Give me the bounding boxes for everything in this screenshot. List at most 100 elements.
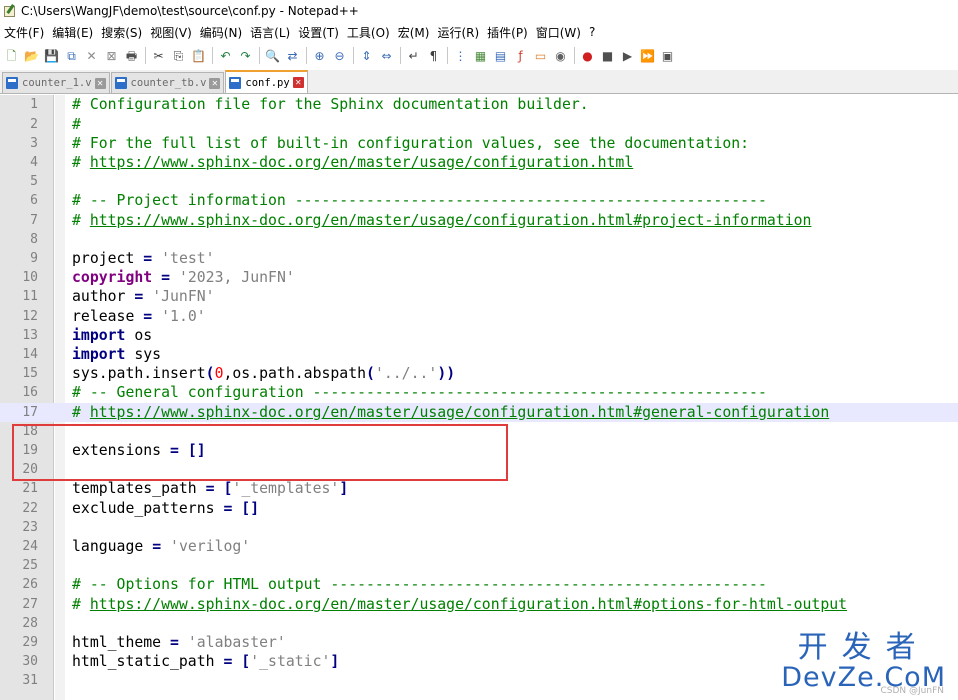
code-line[interactable]: 26 # -- Options for HTML output ---------… bbox=[0, 575, 958, 594]
monitoring-icon[interactable]: ◉ bbox=[552, 47, 569, 64]
code-line[interactable]: 13 import os bbox=[0, 326, 958, 345]
record-macro-icon[interactable]: ● bbox=[579, 47, 596, 64]
menu-item-5[interactable]: 语言(L) bbox=[250, 24, 290, 41]
code-line[interactable]: 7 # https://www.sphinx-doc.org/en/master/… bbox=[0, 211, 958, 230]
code-line[interactable]: 2 # bbox=[0, 115, 958, 134]
doc-map-icon[interactable]: ▤ bbox=[492, 47, 509, 64]
code-token: # bbox=[72, 403, 90, 421]
word-wrap-icon[interactable]: ↵ bbox=[405, 47, 422, 64]
code-token: ( bbox=[205, 365, 215, 383]
redo-icon[interactable]: ↷ bbox=[237, 47, 254, 64]
menu-item-8[interactable]: 宏(M) bbox=[398, 24, 430, 41]
code-link[interactable]: https://www.sphinx-doc.org/en/master/usa… bbox=[90, 212, 812, 229]
close-all-icon[interactable]: ⊠ bbox=[103, 47, 120, 64]
sync-horizontal-icon[interactable]: ⇔ bbox=[378, 47, 395, 64]
close-icon[interactable]: ✕ bbox=[83, 47, 100, 64]
code-line[interactable]: 23 bbox=[0, 518, 958, 537]
code-line[interactable]: 3 # For the full list of built-in configu… bbox=[0, 134, 958, 153]
code-line[interactable]: 14 import sys bbox=[0, 345, 958, 364]
code-line[interactable]: 8 bbox=[0, 230, 958, 249]
code-line[interactable]: 12 release = '1.0' bbox=[0, 307, 958, 326]
function-list-icon[interactable]: ƒ bbox=[512, 47, 529, 64]
menu-item-10[interactable]: 插件(P) bbox=[487, 24, 528, 41]
cut-icon[interactable]: ✂ bbox=[150, 47, 167, 64]
new-file-icon[interactable]: 🗋 bbox=[3, 47, 20, 64]
code-token: [] bbox=[187, 442, 206, 459]
save-icon[interactable]: 💾 bbox=[43, 47, 60, 64]
menu-item-9[interactable]: 运行(R) bbox=[437, 24, 479, 41]
code-line[interactable]: 22 exclude_patterns = [] bbox=[0, 499, 958, 518]
run-macro-multiple-icon[interactable]: ⏩ bbox=[639, 47, 656, 64]
stop-macro-icon[interactable]: ■ bbox=[599, 47, 616, 64]
tab-counter-tb-v[interactable]: counter_tb.v ✕ bbox=[110, 72, 225, 93]
code-line[interactable]: 31 bbox=[0, 671, 958, 690]
line-number: 21 bbox=[22, 481, 38, 497]
show-all-chars-icon[interactable]: ¶ bbox=[425, 47, 442, 64]
code-line[interactable]: 25 bbox=[0, 556, 958, 575]
undo-icon[interactable]: ↶ bbox=[217, 47, 234, 64]
print-icon[interactable]: 🖶 bbox=[123, 47, 140, 64]
menu-item-6[interactable]: 设置(T) bbox=[298, 24, 339, 41]
menu-item-0[interactable]: 文件(F) bbox=[4, 24, 44, 41]
code-line[interactable]: 27 # https://www.sphinx-doc.org/en/master… bbox=[0, 595, 958, 614]
code-link[interactable]: https://www.sphinx-doc.org/en/master/usa… bbox=[90, 404, 829, 421]
code-link[interactable]: https://www.sphinx-doc.org/en/master/usa… bbox=[90, 596, 847, 613]
menu-item-4[interactable]: 编码(N) bbox=[200, 24, 242, 41]
code-line[interactable]: 19 extensions = [] bbox=[0, 441, 958, 460]
close-tab-icon[interactable]: ✕ bbox=[209, 77, 221, 89]
open-file-icon[interactable]: 📂 bbox=[23, 47, 40, 64]
code-line[interactable]: 6 # -- Project information --------------… bbox=[0, 191, 958, 210]
code-token: extensions bbox=[72, 442, 170, 459]
save-all-icon[interactable]: ⧉ bbox=[63, 47, 80, 64]
code-editor[interactable]: 1 # Configuration file for the Sphinx doc… bbox=[0, 95, 958, 700]
code-line[interactable]: 10 copyright = '2023, JunFN' bbox=[0, 268, 958, 287]
menu-item-1[interactable]: 编辑(E) bbox=[52, 24, 93, 41]
close-tab-icon[interactable]: ✕ bbox=[292, 77, 304, 88]
code-line[interactable]: 18 bbox=[0, 422, 958, 441]
find-icon[interactable]: 🔍 bbox=[264, 47, 281, 64]
zoom-in-icon[interactable]: ⊕ bbox=[311, 47, 328, 64]
line-number: 20 bbox=[22, 462, 38, 478]
code-line[interactable]: 28 bbox=[0, 614, 958, 633]
replace-icon[interactable]: ⇄ bbox=[284, 47, 301, 64]
code-text: language = 'verilog' bbox=[72, 537, 250, 556]
code-line[interactable]: 29 html_theme = 'alabaster' bbox=[0, 633, 958, 652]
menu-item-2[interactable]: 搜索(S) bbox=[101, 24, 142, 41]
code-line[interactable]: 11 author = 'JunFN' bbox=[0, 287, 958, 306]
code-line[interactable]: 16 # -- General configuration -----------… bbox=[0, 383, 958, 402]
code-line[interactable]: 4 # https://www.sphinx-doc.org/en/master/… bbox=[0, 153, 958, 172]
code-line[interactable]: 9 project = 'test' bbox=[0, 249, 958, 268]
tab-conf-py[interactable]: conf.py ✕ bbox=[225, 70, 308, 93]
save-macro-icon[interactable]: ▣ bbox=[659, 47, 676, 64]
code-line[interactable]: 30 html_static_path = ['_static'] bbox=[0, 652, 958, 671]
code-line[interactable]: 17 # https://www.sphinx-doc.org/en/master… bbox=[0, 402, 958, 422]
close-tab-icon[interactable]: ✕ bbox=[94, 77, 106, 89]
copy-icon[interactable]: ⎘ bbox=[170, 47, 187, 64]
code-token: project bbox=[72, 250, 144, 267]
udl-icon[interactable]: ▦ bbox=[472, 47, 489, 64]
folder-workspace-icon[interactable]: ▭ bbox=[532, 47, 549, 64]
code-line[interactable]: 21 templates_path = ['_templates'] bbox=[0, 479, 958, 498]
code-line[interactable]: 24 language = 'verilog' bbox=[0, 537, 958, 556]
menu-item-11[interactable]: 窗口(W) bbox=[536, 24, 581, 41]
menu-item-3[interactable]: 视图(V) bbox=[150, 24, 192, 41]
indent-guide-icon[interactable]: ⋮ bbox=[452, 47, 469, 64]
code-link[interactable]: https://www.sphinx-doc.org/en/master/usa… bbox=[90, 154, 633, 171]
code-token: html_static_path bbox=[72, 653, 224, 671]
toolbar-separator bbox=[353, 47, 354, 64]
code-line[interactable]: 20 bbox=[0, 460, 958, 479]
sync-vertical-icon[interactable]: ⇕ bbox=[358, 47, 375, 64]
paste-icon[interactable]: 📋 bbox=[190, 47, 207, 64]
menu-item-12[interactable]: ? bbox=[589, 25, 595, 39]
zoom-out-icon[interactable]: ⊖ bbox=[331, 47, 348, 64]
code-line[interactable]: 15 sys.path.insert(0,os.path.abspath('../… bbox=[0, 364, 958, 383]
play-macro-icon[interactable]: ▶ bbox=[619, 47, 636, 64]
menu-item-7[interactable]: 工具(O) bbox=[347, 24, 390, 41]
tab-counter-1-v[interactable]: counter_1.v ✕ bbox=[2, 72, 110, 93]
line-number: 11 bbox=[22, 289, 38, 305]
line-number: 31 bbox=[22, 673, 38, 689]
toolbar-separator bbox=[259, 47, 260, 64]
code-line[interactable]: 1 # Configuration file for the Sphinx doc… bbox=[0, 95, 958, 114]
code-line[interactable]: 5 bbox=[0, 172, 958, 191]
